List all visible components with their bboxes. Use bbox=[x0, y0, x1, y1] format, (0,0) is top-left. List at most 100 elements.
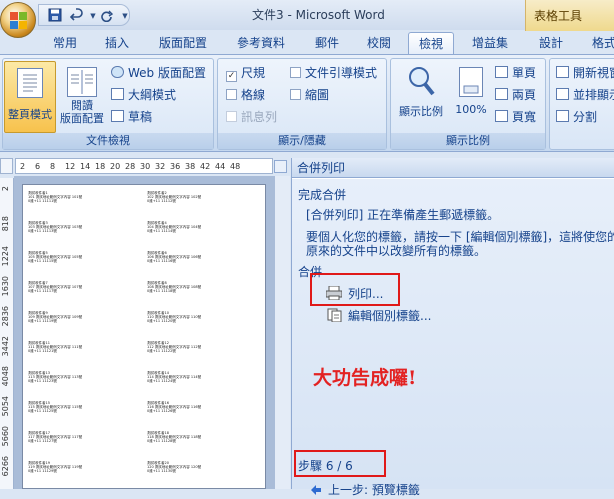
mail-label: 測試收件者10 110 測試地址範例文字內容 110號 0誰+11 11120號 bbox=[147, 311, 257, 323]
vertical-ruler[interactable]: 2 818 1224 1630 2836 3442 4048 5054 5660 6266 bbox=[0, 178, 14, 489]
mail-label-line: 0誰+11 11119號 bbox=[28, 319, 57, 323]
mail-label-line: 0誰+11 11120號 bbox=[147, 319, 176, 323]
reading-layout-icon bbox=[67, 67, 97, 97]
ruler-tick-label: 5660 bbox=[1, 426, 10, 447]
tab-addins[interactable]: 增益集 bbox=[462, 32, 518, 54]
mail-label-line: 0誰+11 11117號 bbox=[28, 289, 57, 293]
page-width-label: 頁寬 bbox=[512, 110, 537, 124]
mail-label-line: 0誰+11 11121號 bbox=[28, 349, 57, 353]
printer-icon bbox=[325, 285, 343, 301]
ribbon-tab-row: 常用 插入 版面配置 參考資料 郵件 校閱 檢視 增益集 設計 格式 bbox=[0, 30, 614, 54]
new-window-label: 開新視窗 bbox=[573, 66, 614, 80]
tab-selector[interactable] bbox=[0, 158, 13, 174]
message-bar-check-icon bbox=[226, 111, 237, 122]
message-bar-label: 訊息列 bbox=[241, 110, 278, 124]
draft-button[interactable]: 草稿 bbox=[111, 109, 152, 125]
split-button[interactable]: 分割 bbox=[556, 109, 597, 125]
print-layout-icon bbox=[17, 68, 43, 98]
web-layout-button[interactable]: Web 版面配置 bbox=[111, 65, 206, 81]
mail-label-line: 0誰+11 11122號 bbox=[147, 349, 176, 353]
zoom-button[interactable]: 顯示比例 bbox=[394, 61, 448, 133]
document-page[interactable]: 測試收件者1 101 測試地址範例文字內容 101號 0誰+11 11111號 測試收… bbox=[22, 184, 266, 489]
gridlines-label: 格線 bbox=[241, 88, 266, 102]
outline-button[interactable]: 大綱模式 bbox=[111, 87, 176, 103]
mail-label: 測試收件者16 116 測試地址範例文字內容 116號 0誰+11 11126號 bbox=[147, 401, 257, 413]
pane-title: 合併列印 bbox=[292, 158, 614, 178]
reading-layout-label-1: 閱讀 bbox=[71, 99, 93, 112]
gridlines-check-icon bbox=[226, 89, 237, 100]
print-link-label: 列印... bbox=[348, 287, 384, 301]
tab-mailings[interactable]: 郵件 bbox=[306, 32, 348, 54]
print-link[interactable]: 列印... bbox=[325, 285, 384, 302]
document-area[interactable]: 測試收件者1 101 測試地址範例文字內容 101號 0誰+11 11111號 測試收… bbox=[14, 176, 274, 489]
tab-design[interactable]: 設計 bbox=[530, 32, 572, 54]
mail-label-line: 0誰+11 11130號 bbox=[147, 469, 176, 473]
ruler-tick-label: 2836 bbox=[1, 306, 10, 327]
mail-label: 測試收件者4 104 測試地址範例文字內容 104號 0誰+11 11114號 bbox=[147, 221, 257, 233]
edit-individual-labels-link[interactable]: 編輯個別標籤... bbox=[326, 307, 431, 324]
office-button[interactable] bbox=[0, 2, 36, 38]
document-map-checkbox[interactable]: 文件引導模式 bbox=[290, 65, 377, 81]
draft-label: 草稿 bbox=[128, 110, 153, 124]
magnifier-icon bbox=[406, 65, 436, 97]
ruler-checkbox[interactable]: ✓ 尺規 bbox=[226, 65, 265, 82]
mail-label: 測試收件者13 113 測試地址範例文字內容 113號 0誰+11 11123號 bbox=[28, 371, 138, 383]
tab-review[interactable]: 校閱 bbox=[358, 32, 400, 54]
mail-label-line: 0誰+11 11126號 bbox=[147, 409, 176, 413]
ruler-tick-label: 1630 bbox=[1, 276, 10, 297]
ruler-tick-label: 42 bbox=[200, 162, 211, 171]
group-label-document-views: 文件檢視 bbox=[3, 133, 213, 149]
window-title: 文件3 - Microsoft Word bbox=[252, 8, 385, 22]
arrange-all-button[interactable]: 並排顯示 bbox=[556, 87, 614, 103]
tab-insert[interactable]: 插入 bbox=[96, 32, 138, 54]
mail-label: 測試收件者19 119 測試地址範例文字內容 119號 0誰+11 11129號 bbox=[28, 461, 138, 473]
mail-label-line: 0誰+11 11116號 bbox=[147, 259, 176, 263]
previous-step-link[interactable]: 上一步: 預覽標籤 bbox=[310, 481, 420, 498]
new-window-icon bbox=[556, 66, 569, 78]
customize-qat-icon[interactable]: ▼ bbox=[117, 8, 133, 24]
mail-label-line: 0誰+11 11123號 bbox=[28, 379, 57, 383]
previous-step-label: 上一步: 預覽標籤 bbox=[328, 483, 420, 497]
tab-home[interactable]: 常用 bbox=[44, 32, 86, 54]
ruler-tick-label: 1224 bbox=[1, 246, 10, 267]
two-pages-button[interactable]: 兩頁 bbox=[495, 87, 536, 103]
mail-label: 測試收件者5 105 測試地址範例文字內容 105號 0誰+11 11115號 bbox=[28, 251, 138, 263]
new-window-button[interactable]: 開新視窗 bbox=[556, 65, 614, 81]
mail-label-line: 0誰+11 11115號 bbox=[28, 259, 57, 263]
tab-page-layout[interactable]: 版面配置 bbox=[150, 32, 216, 54]
web-layout-label: Web 版面配置 bbox=[128, 66, 206, 80]
mail-label: 測試收件者12 112 測試地址範例文字內容 112號 0誰+11 11122號 bbox=[147, 341, 257, 353]
step-indicator: 步驟 6 / 6 bbox=[298, 459, 353, 473]
ruler-tick-label: 20 bbox=[110, 162, 121, 171]
full-screen-reading-button[interactable]: 閱讀 版面配置 bbox=[57, 61, 107, 133]
zoom-100-button[interactable]: 100% bbox=[451, 61, 491, 133]
reading-layout-label-2: 版面配置 bbox=[60, 112, 104, 125]
vertical-scrollbar[interactable] bbox=[274, 176, 290, 489]
group-document-views: 整頁模式 閱讀 版面配置 Web 版面配置 大綱模式 草稿 文件檢視 bbox=[2, 58, 214, 150]
thumbnails-checkbox[interactable]: 縮圖 bbox=[290, 87, 329, 103]
mail-label: 測試收件者17 117 測試地址範例文字內容 117號 0誰+11 11127號 bbox=[28, 431, 138, 443]
tab-format[interactable]: 格式 bbox=[584, 32, 614, 54]
two-pages-icon bbox=[495, 88, 508, 100]
one-page-button[interactable]: 單頁 bbox=[495, 65, 536, 81]
edit-labels-icon bbox=[326, 308, 342, 323]
tab-view[interactable]: 檢視 bbox=[408, 32, 454, 54]
undo-icon[interactable] bbox=[69, 8, 85, 24]
page-width-button[interactable]: 頁寬 bbox=[495, 109, 536, 125]
pane-body: 完成合併 [合併列印] 正在準備產生郵遞標籤。 要個人化您的標籤，請按一下 [編… bbox=[292, 179, 614, 497]
complete-merge-heading: 完成合併 bbox=[298, 188, 347, 202]
horizontal-ruler[interactable]: 2 6 8 12 14 18 20 28 30 32 36 38 42 44 48 bbox=[15, 158, 273, 174]
tab-references[interactable]: 參考資料 bbox=[228, 32, 294, 54]
thumbnails-label: 縮圖 bbox=[305, 88, 330, 102]
mail-label-line: 0誰+11 11118號 bbox=[147, 289, 176, 293]
print-layout-button[interactable]: 整頁模式 bbox=[4, 61, 56, 133]
arrange-all-icon bbox=[556, 88, 569, 100]
redo-icon[interactable] bbox=[99, 8, 115, 24]
quick-access-toolbar: ▼ ▼ bbox=[38, 4, 130, 26]
mail-label: 測試收件者20 120 測試地址範例文字內容 120號 0誰+11 11130號 bbox=[147, 461, 257, 473]
view-ruler-icon[interactable] bbox=[274, 160, 287, 173]
save-icon[interactable] bbox=[47, 8, 63, 24]
ruler-tick-label: 2 bbox=[20, 162, 26, 171]
document-map-check-icon bbox=[290, 67, 301, 78]
gridlines-checkbox[interactable]: 格線 bbox=[226, 87, 265, 103]
